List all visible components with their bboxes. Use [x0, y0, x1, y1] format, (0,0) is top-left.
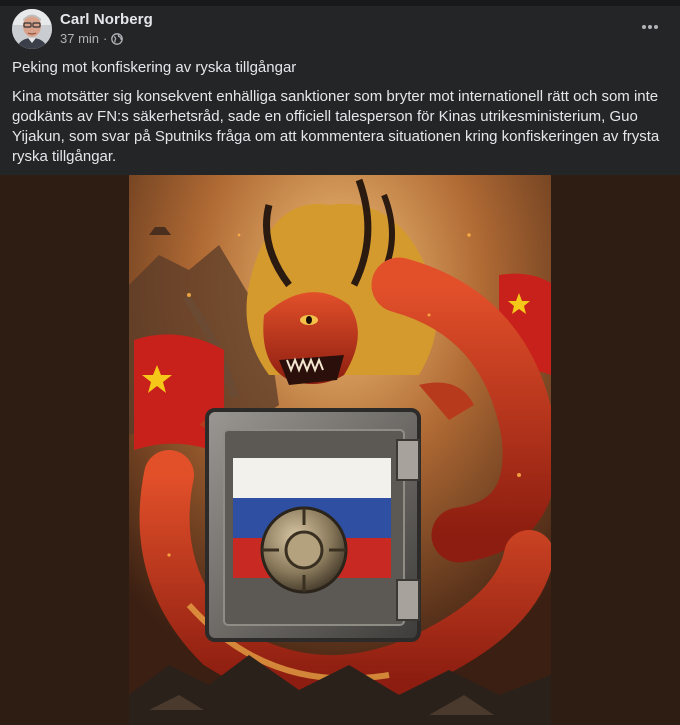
author-avatar[interactable] [12, 9, 52, 49]
post-media[interactable] [0, 175, 680, 725]
dragon-safe-illustration [129, 175, 551, 725]
post-image[interactable] [129, 175, 551, 725]
post-meta: 37 min · [60, 31, 124, 46]
meta-separator: · [103, 31, 108, 46]
ellipsis-icon [642, 25, 658, 29]
facebook-post: Carl Norberg 37 min · Peking mot konfisk… [0, 0, 680, 725]
post-time[interactable]: 37 min [60, 31, 99, 46]
post-header: Carl Norberg 37 min · [12, 9, 668, 51]
post-headline: Peking mot konfiskering av ryska tillgån… [12, 59, 297, 76]
author-name[interactable]: Carl Norberg [60, 11, 153, 28]
more-options-button[interactable] [634, 11, 666, 43]
globe-icon[interactable] [111, 32, 124, 45]
top-divider [0, 0, 680, 6]
post-text: Peking mot konfiskering av ryska tillgån… [12, 58, 668, 176]
post-body: Kina motsätter sig konsekvent enhälliga … [12, 88, 660, 165]
